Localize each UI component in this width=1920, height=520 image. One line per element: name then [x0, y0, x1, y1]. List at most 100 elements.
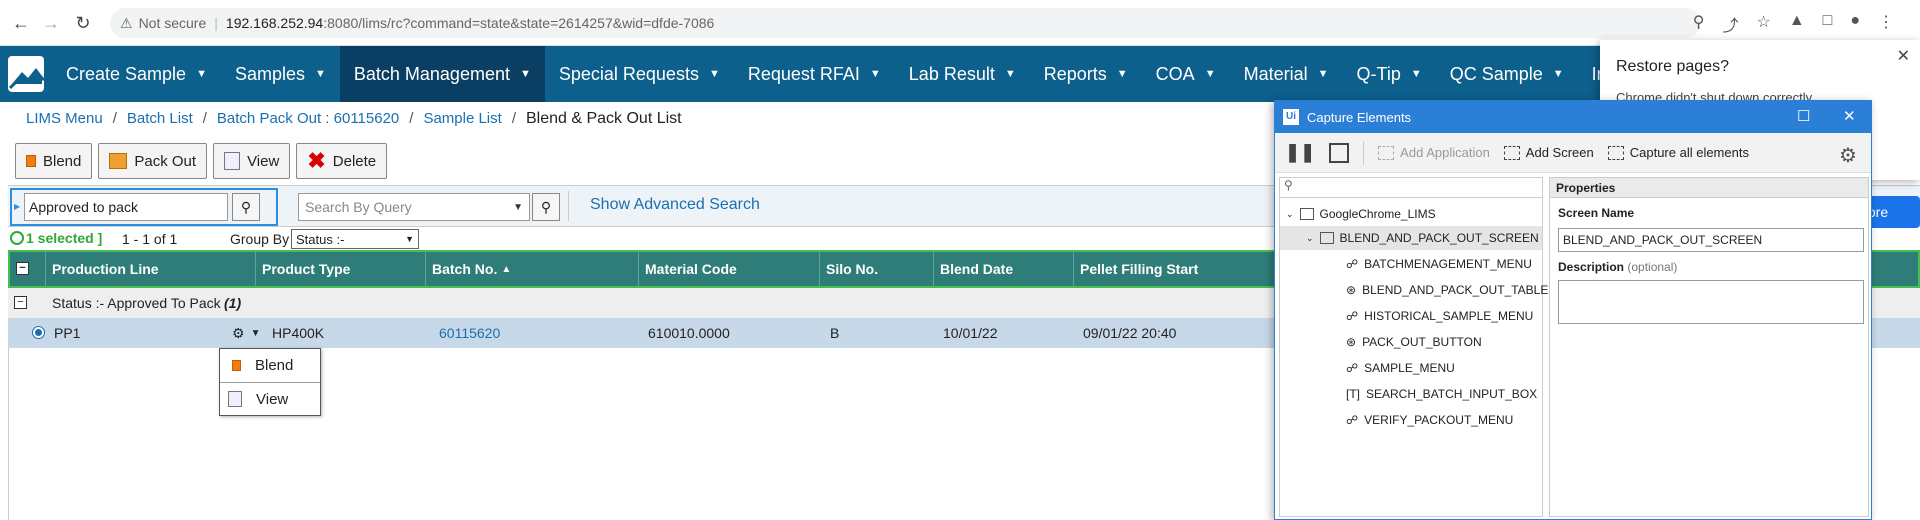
breadcrumb-batch-list[interactable]: Batch List: [127, 110, 193, 128]
collapse-all-icon[interactable]: −: [16, 262, 29, 275]
select-all-icon[interactable]: [10, 231, 24, 245]
nav-item-request-rfai[interactable]: Request RFAI ▼: [734, 46, 895, 102]
group-by-label: Group By: [230, 231, 290, 247]
sort-asc-icon: ▲: [501, 263, 512, 275]
tree-element-label: SEARCH_BATCH_INPUT_BOX: [1366, 387, 1538, 401]
col-pellet-filling-start[interactable]: Pellet Filling Start: [1073, 252, 1293, 286]
advanced-search-link[interactable]: Show Advanced Search: [590, 196, 760, 214]
share-icon[interactable]: ⤴: [1722, 12, 1738, 36]
expand-icon[interactable]: ▶: [14, 202, 20, 211]
screen-name-input[interactable]: BLEND_AND_PACK_OUT_SCREEN: [1558, 228, 1864, 252]
filter-search-button[interactable]: ⚲: [232, 193, 260, 221]
address-bar[interactable]: ⚠ Not secure | 192.168.252.94 :8080/lims…: [110, 8, 1700, 38]
nav-item-label: Reports: [1043, 63, 1107, 84]
maximize-icon[interactable]: ☐: [1797, 107, 1810, 125]
query-select[interactable]: Search By Query ▼: [298, 193, 530, 221]
capture-all-icon: [1607, 145, 1624, 160]
extensions-icon[interactable]: ▲: [1789, 12, 1805, 36]
action-toolbar: Blend Pack Out View ✖ Delete: [15, 143, 388, 179]
nav-item-coa[interactable]: COA ▼: [1142, 46, 1230, 102]
col-material-code[interactable]: Material Code: [638, 252, 819, 286]
caret-down-icon: ▼: [1410, 68, 1422, 80]
row-radio[interactable]: [32, 326, 45, 339]
query-search-button[interactable]: ⚲: [532, 193, 560, 221]
profile-icon[interactable]: ●: [1850, 12, 1860, 36]
close-icon[interactable]: ✕: [1897, 46, 1910, 66]
chevron-down-icon[interactable]: ⌄: [1306, 233, 1314, 244]
chevron-down-icon: ▼: [405, 234, 414, 244]
box-icon: [109, 153, 128, 169]
row-actions[interactable]: ⚙ ▼: [232, 318, 260, 348]
uipath-logo-icon: Ui: [1283, 109, 1299, 125]
tree-search-input[interactable]: ⚲: [1280, 178, 1542, 198]
nav-item-reports[interactable]: Reports ▼: [1030, 46, 1142, 102]
nav-item-q-tip[interactable]: Q-Tip ▼: [1343, 46, 1436, 102]
nav-item-samples[interactable]: Samples ▼: [221, 46, 340, 102]
url-path: :8080/lims/rc?command=state&state=261425…: [323, 15, 715, 31]
add-screen-button[interactable]: Add Screen: [1503, 145, 1594, 160]
tree-node-element[interactable]: ⊛ PACK_OUT_BUTTON: [1346, 330, 1482, 354]
col-production-line[interactable]: Production Line: [45, 252, 255, 286]
tree-node-element[interactable]: ☍ SAMPLE_MENU: [1346, 356, 1455, 380]
nav-item-lab-result[interactable]: Lab Result ▼: [895, 46, 1030, 102]
nav-item-material[interactable]: Material ▼: [1230, 46, 1343, 102]
back-icon[interactable]: ←: [8, 10, 34, 36]
zoom-icon[interactable]: ⚲: [1693, 12, 1705, 36]
nav-item-label: Batch Management: [353, 63, 510, 84]
caret-down-icon: ▼: [1004, 68, 1016, 80]
nav-item-qc-sample[interactable]: QC Sample ▼: [1436, 46, 1578, 102]
col-blend-date[interactable]: Blend Date: [933, 252, 1073, 286]
tree-node-element[interactable]: ☍ VERIFY_PACKOUT_MENU: [1346, 408, 1513, 432]
caret-down-icon: ▼: [1317, 68, 1329, 80]
gear-icon[interactable]: ⚙: [232, 325, 245, 342]
cell-batch-no[interactable]: 60115620: [439, 318, 500, 348]
description-label: Description (optional): [1558, 260, 1677, 274]
nav-item-create-sample[interactable]: Create Sample ▼: [52, 46, 221, 102]
pause-icon[interactable]: ❚❚: [1285, 142, 1315, 163]
col-silo-no[interactable]: Silo No.: [819, 252, 933, 286]
tree-node-app[interactable]: ⌄ GoogleChrome_LIMS: [1286, 202, 1436, 226]
add-application-button[interactable]: Add Application: [1378, 145, 1490, 160]
col-batch-no[interactable]: Batch No. ▲: [425, 252, 638, 286]
reload-icon[interactable]: ↻: [70, 10, 96, 36]
menu-dots-icon[interactable]: ⋮: [1878, 12, 1894, 36]
blend-icon: [232, 360, 241, 371]
delete-button[interactable]: ✖ Delete: [296, 143, 388, 179]
forward-icon[interactable]: →: [38, 10, 64, 36]
breadcrumb-sample-list[interactable]: Sample List: [423, 110, 501, 128]
tree-node-element[interactable]: [T] SEARCH_BATCH_INPUT_BOX: [1346, 382, 1537, 406]
capture-toolbar: ❚❚ Add Application Add Screen Capture al…: [1275, 133, 1871, 173]
close-icon[interactable]: ✕: [1843, 107, 1856, 125]
breadcrumb-batch-pack-out[interactable]: Batch Pack Out : 60115620: [217, 110, 399, 128]
description-input[interactable]: [1558, 280, 1864, 324]
view-button[interactable]: View: [213, 143, 291, 179]
nav-item-label: Q-Tip: [1356, 63, 1401, 84]
ctx-blend-item[interactable]: Blend: [220, 349, 320, 382]
tree-node-element[interactable]: ⊛ BLEND_AND_PACK_OUT_TABLE: [1346, 278, 1548, 302]
filter-input[interactable]: Approved to pack: [24, 193, 228, 221]
tree-node-element[interactable]: ☍ HISTORICAL_SAMPLE_MENU: [1346, 304, 1533, 328]
sidepanel-icon[interactable]: □: [1823, 12, 1833, 36]
cell-silo-no: B: [830, 325, 840, 341]
save-icon[interactable]: [1329, 142, 1350, 163]
tree-node-element[interactable]: ☍ BATCHMENAGEMENT_MENU: [1346, 252, 1532, 276]
breadcrumb-lims-menu[interactable]: LIMS Menu: [26, 110, 103, 128]
nav-item-batch-management[interactable]: Batch Management ▼: [339, 46, 545, 102]
group-by-select[interactable]: Status :- ▼: [291, 229, 419, 249]
blend-button[interactable]: Blend: [15, 143, 93, 179]
capture-all-button[interactable]: Capture all elements: [1607, 145, 1749, 160]
record-count: 1 - 1 of 1: [122, 231, 178, 247]
caret-down-icon[interactable]: ▼: [251, 328, 261, 339]
ctx-view-item[interactable]: View: [220, 382, 320, 415]
pack-out-button-label: Pack Out: [134, 152, 197, 170]
collapse-group-icon[interactable]: −: [14, 296, 27, 309]
screen-name-label: Screen Name: [1558, 206, 1635, 220]
app-logo[interactable]: [0, 46, 52, 102]
star-icon[interactable]: ☆: [1756, 12, 1770, 36]
col-product-type[interactable]: Product Type: [255, 252, 425, 286]
tree-node-screen[interactable]: ⌄ BLEND_AND_PACK_OUT_SCREEN: [1280, 226, 1542, 250]
pack-out-button[interactable]: Pack Out: [98, 143, 208, 179]
chevron-down-icon[interactable]: ⌄: [1286, 209, 1294, 220]
nav-item-special-requests[interactable]: Special Requests ▼: [545, 46, 734, 102]
settings-gear-icon[interactable]: ⚙: [1839, 143, 1857, 168]
